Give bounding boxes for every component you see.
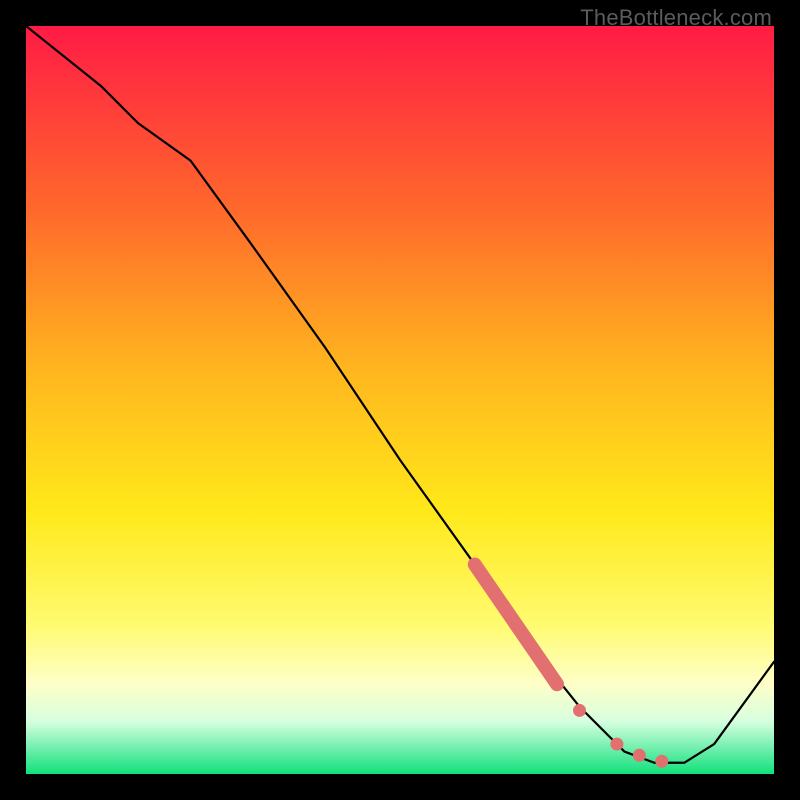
bottleneck-chart [26, 26, 774, 774]
chart-background [26, 26, 774, 774]
watermark: TheBottleneck.com [580, 5, 772, 31]
highlight-dot [633, 749, 646, 762]
highlight-dot [610, 738, 623, 751]
highlight-dot [573, 704, 586, 717]
highlight-dot [655, 755, 668, 768]
